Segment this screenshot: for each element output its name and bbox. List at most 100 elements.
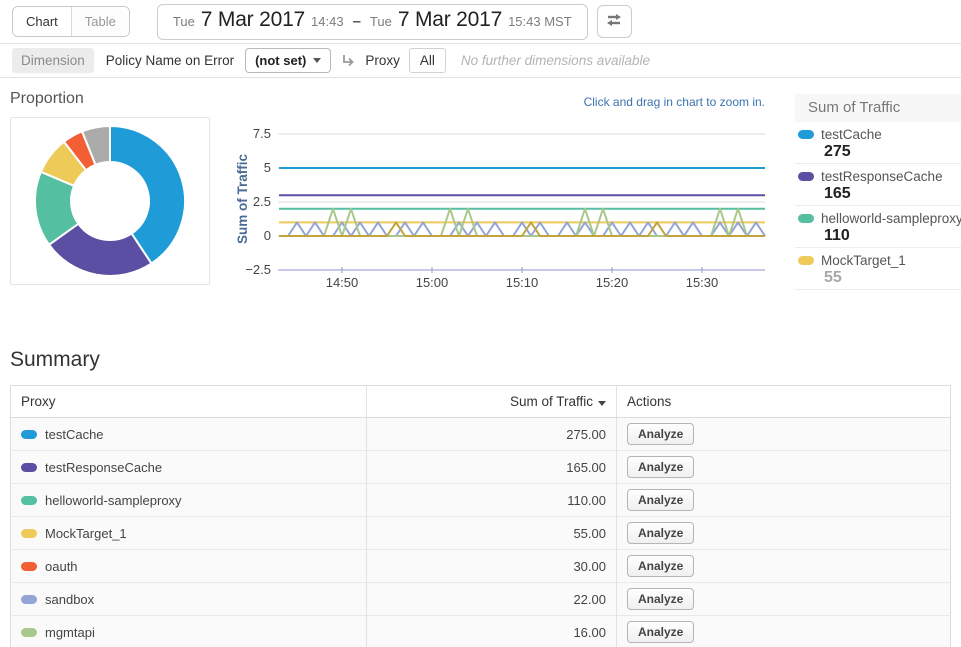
- refresh-button[interactable]: [597, 5, 632, 38]
- column-header-proxy[interactable]: Proxy: [11, 386, 367, 418]
- series-color-swatch: [21, 562, 37, 571]
- proxy-name: oauth: [45, 559, 78, 574]
- end-date: 7 Mar 2017: [398, 8, 502, 32]
- dimension-bar: Dimension Policy Name on Error (not set)…: [0, 44, 961, 78]
- traffic-line-chart[interactable]: 7.5 5 2.5 0 −2.5 14:50 15:00 15:10 15:20 15:30 Sum…: [233, 98, 778, 298]
- table-row: testResponseCache 165.00 Analyze: [11, 451, 951, 484]
- y-tick-label: 7.5: [253, 126, 271, 141]
- x-tick-label: 15:00: [416, 275, 449, 290]
- column-header-actions: Actions: [617, 386, 951, 418]
- top-toolbar: Chart Table Tue 7 Mar 2017 14:43 – Tue 7…: [0, 0, 961, 44]
- analyze-button[interactable]: Analyze: [627, 522, 694, 544]
- series-name: testCache: [821, 127, 882, 142]
- y-axis-label: Sum of Traffic: [235, 154, 250, 245]
- traffic-value: 30.00: [367, 550, 617, 583]
- x-tick-label: 15:20: [596, 275, 629, 290]
- drilldown-filter-all[interactable]: All: [409, 48, 446, 73]
- legend-item: testResponseCache 165: [795, 164, 961, 206]
- chart-legend: Sum of Traffic testCache 275 testRespons…: [795, 94, 961, 290]
- traffic-value: 275.00: [367, 418, 617, 451]
- y-tick-label: 5: [264, 160, 271, 175]
- dimensions-note: No further dimensions available: [461, 53, 650, 68]
- sort-desc-icon: [598, 401, 606, 406]
- proxy-name: MockTarget_1: [45, 526, 127, 541]
- proxy-name: mgmtapi: [45, 625, 95, 640]
- view-toggle: Chart Table: [12, 6, 130, 37]
- series-color-swatch: [21, 628, 37, 637]
- start-time: 14:43: [311, 14, 344, 29]
- series-color-swatch: [798, 256, 814, 265]
- table-header-row: Proxy Sum of Traffic Actions: [11, 386, 951, 418]
- traffic-value: 110.00: [367, 484, 617, 517]
- series-color-swatch: [798, 130, 814, 139]
- series-color-swatch: [21, 595, 37, 604]
- dimension-label: Dimension: [12, 48, 94, 73]
- summary-table: Proxy Sum of Traffic Actions testCache 27…: [10, 385, 951, 647]
- table-view-button[interactable]: Table: [71, 7, 129, 36]
- x-tick-label: 14:50: [326, 275, 359, 290]
- table-row: helloworld-sampleproxy 110.00 Analyze: [11, 484, 951, 517]
- table-row: oauth 30.00 Analyze: [11, 550, 951, 583]
- legend-title: Sum of Traffic: [795, 94, 961, 122]
- proxy-name: testResponseCache: [45, 460, 162, 475]
- series-name: MockTarget_1: [821, 253, 906, 268]
- series-value: 110: [824, 227, 961, 245]
- analytics-dashboard: Chart Table Tue 7 Mar 2017 14:43 – Tue 7…: [0, 0, 961, 647]
- series-color-swatch: [21, 430, 37, 439]
- legend-item: MockTarget_1 55: [795, 248, 961, 290]
- analyze-button[interactable]: Analyze: [627, 456, 694, 478]
- summary-title: Summary: [10, 348, 951, 372]
- donut-svg: [11, 118, 209, 284]
- dimension-value: (not set): [255, 53, 306, 68]
- proxy-name: helloworld-sampleproxy: [45, 493, 182, 508]
- legend-item: testCache 275: [795, 122, 961, 164]
- traffic-value: 16.00: [367, 616, 617, 647]
- series-color-swatch: [21, 463, 37, 472]
- table-row: sandbox 22.00 Analyze: [11, 583, 951, 616]
- end-day: Tue: [370, 14, 392, 29]
- x-tick-label: 15:10: [506, 275, 539, 290]
- series-value: 275: [824, 143, 961, 161]
- date-range-picker[interactable]: Tue 7 Mar 2017 14:43 – Tue 7 Mar 2017 15…: [157, 4, 588, 40]
- proportion-title: Proportion: [10, 90, 84, 108]
- column-header-traffic[interactable]: Sum of Traffic: [367, 386, 617, 418]
- series-name: helloworld-sampleproxy: [821, 211, 961, 226]
- series-name: testResponseCache: [821, 169, 943, 184]
- series-value: 55: [824, 269, 961, 287]
- traffic-value: 22.00: [367, 583, 617, 616]
- x-tick-label: 15:30: [686, 275, 719, 290]
- analyze-button[interactable]: Analyze: [627, 423, 694, 445]
- series-line-sandbox: [279, 222, 765, 236]
- proxy-name: sandbox: [45, 592, 94, 607]
- summary-section: Summary Proxy Sum of Traffic Actions tes…: [10, 348, 951, 647]
- date-range-separator: –: [350, 13, 364, 30]
- table-row: mgmtapi 16.00 Analyze: [11, 616, 951, 647]
- proportion-donut-chart[interactable]: [10, 117, 210, 285]
- dimension-name: Policy Name on Error: [106, 53, 234, 68]
- analyze-button[interactable]: Analyze: [627, 489, 694, 511]
- proxy-name: testCache: [45, 427, 104, 442]
- traffic-value: 165.00: [367, 451, 617, 484]
- drilldown-arrow-icon: [341, 53, 356, 68]
- y-tick-label: 0: [264, 228, 271, 243]
- chart-view-button[interactable]: Chart: [13, 7, 71, 36]
- end-time: 15:43 MST: [508, 14, 572, 29]
- analyze-button[interactable]: Analyze: [627, 588, 694, 610]
- analyze-button[interactable]: Analyze: [627, 555, 694, 577]
- traffic-value: 55.00: [367, 517, 617, 550]
- start-date: 7 Mar 2017: [201, 8, 305, 32]
- drilldown-dimension-label: Proxy: [365, 53, 400, 68]
- series-color-swatch: [21, 496, 37, 505]
- y-tick-label: −2.5: [245, 262, 271, 277]
- y-tick-label: 2.5: [253, 194, 271, 209]
- dimension-value-dropdown[interactable]: (not set): [245, 48, 331, 73]
- table-row: testCache 275.00 Analyze: [11, 418, 951, 451]
- start-day: Tue: [173, 14, 195, 29]
- refresh-icon: [605, 13, 623, 30]
- analyze-button[interactable]: Analyze: [627, 621, 694, 643]
- table-row: MockTarget_1 55.00 Analyze: [11, 517, 951, 550]
- series-value: 165: [824, 185, 961, 203]
- chevron-down-icon: [313, 58, 321, 63]
- series-color-swatch: [798, 214, 814, 223]
- series-color-swatch: [798, 172, 814, 181]
